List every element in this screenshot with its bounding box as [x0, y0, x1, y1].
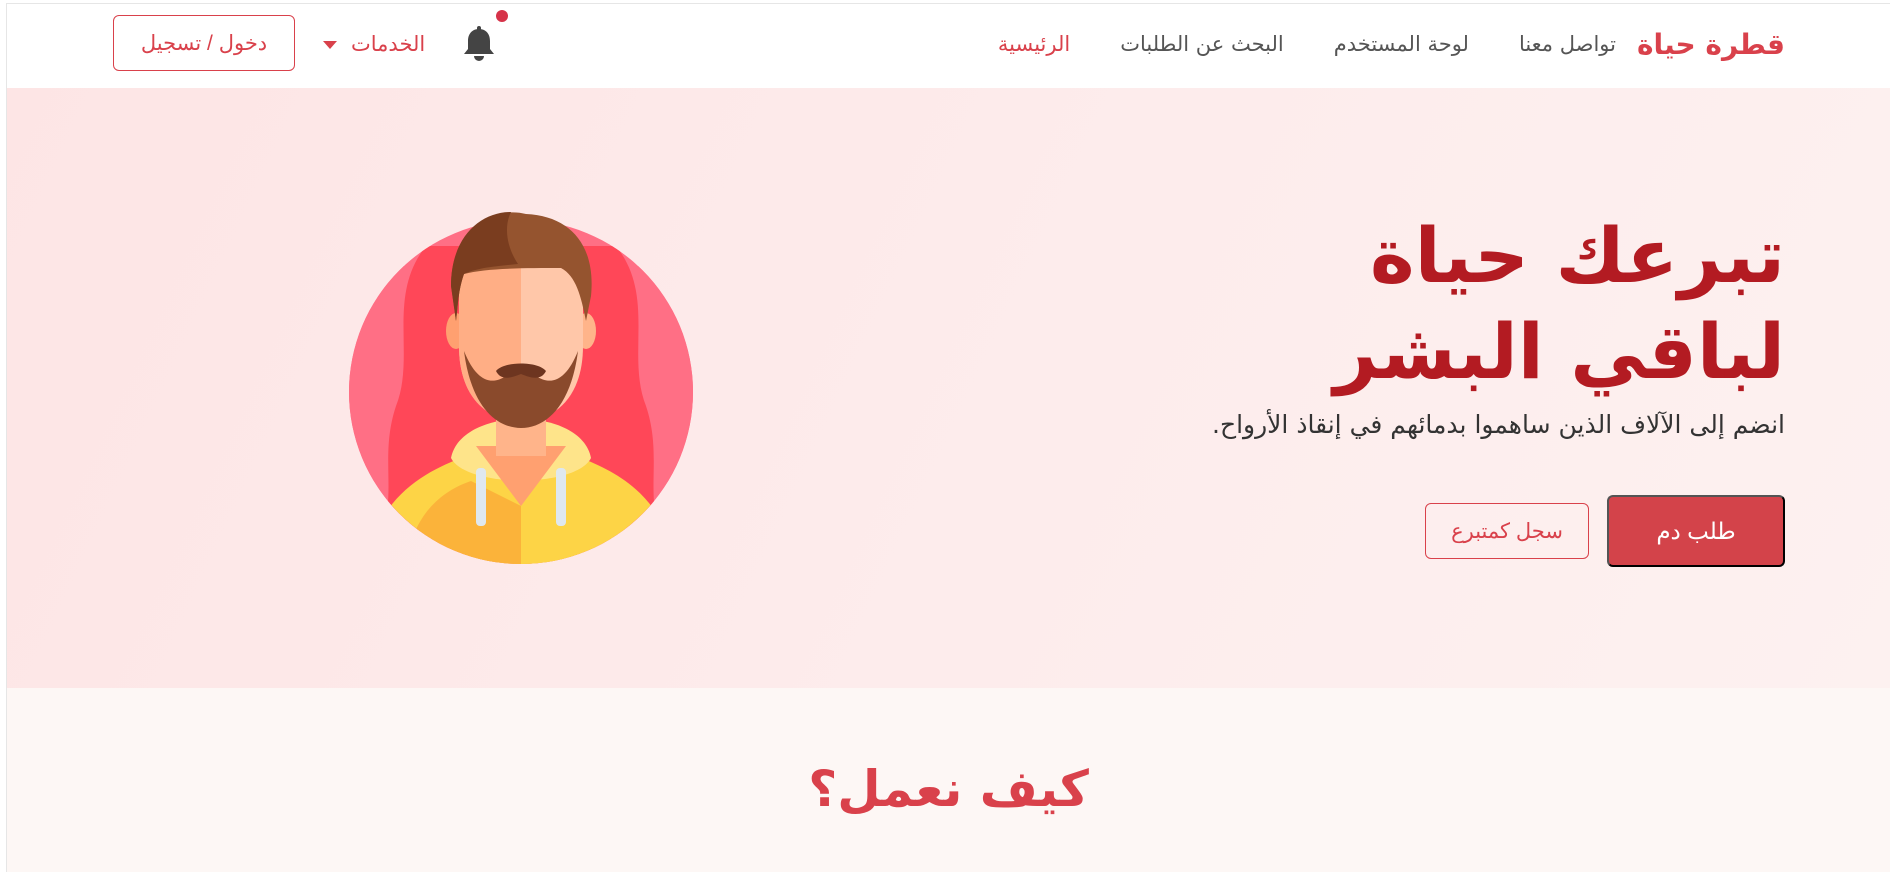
nav-link-contact[interactable]: تواصل معنا	[1519, 32, 1616, 56]
hero-title: تبرعك حياة لباقي البشر	[1334, 208, 1785, 400]
brand-logo[interactable]: قطرة حياة	[1637, 28, 1785, 61]
login-register-button[interactable]: دخول / تسجيل	[113, 15, 295, 71]
hero-section: تبرعك حياة لباقي البشر انضم إلى الآلاف ا…	[7, 88, 1890, 688]
request-blood-button[interactable]: طلب دم	[1607, 495, 1785, 567]
chevron-down-icon	[323, 41, 337, 49]
register-donor-button[interactable]: سجل كمتبرع	[1425, 503, 1589, 559]
notification-dot	[496, 10, 508, 22]
hero-title-line-1: تبرعك حياة	[1369, 211, 1785, 300]
nav-link-dashboard[interactable]: لوحة المستخدم	[1334, 32, 1469, 56]
nav-links: الرئيسية البحث عن الطلبات لوحة المستخدم …	[998, 32, 1616, 56]
bell-icon[interactable]	[462, 26, 496, 62]
nav-link-search-requests[interactable]: البحث عن الطلبات	[1120, 32, 1284, 56]
page: قطرة حياة الرئيسية البحث عن الطلبات لوحة…	[6, 3, 1890, 872]
services-dropdown[interactable]: الخدمات	[323, 32, 425, 56]
navbar: قطرة حياة الرئيسية البحث عن الطلبات لوحة…	[7, 4, 1890, 88]
how-we-work-section: كيف نعمل؟	[7, 688, 1890, 872]
hero-title-line-2: لباقي البشر	[1333, 307, 1785, 396]
hero-subtitle: انضم إلى الآلاف الذين ساهموا بدمائهم في …	[1212, 410, 1785, 439]
services-label: الخدمات	[351, 32, 426, 56]
how-we-work-title: كيف نعمل؟	[808, 760, 1089, 818]
nav-link-home[interactable]: الرئيسية	[998, 32, 1070, 56]
avatar-illustration	[346, 206, 696, 568]
